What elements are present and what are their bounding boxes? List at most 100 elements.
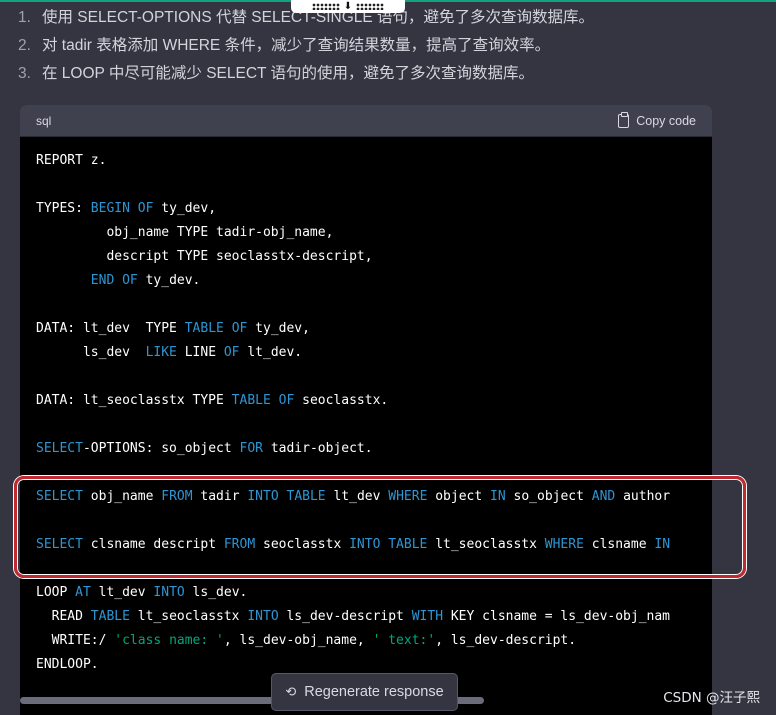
code-token: obj_name TYPE tadir-obj_name,	[36, 225, 334, 240]
code-string: 'class name: '	[114, 633, 224, 648]
code-keyword: WHERE	[388, 489, 428, 504]
code-line: SELECT clsname descript FROM seoclasstx …	[36, 533, 712, 557]
code-keyword: FOR	[239, 441, 263, 456]
code-line: DATA: lt_dev TYPE TABLE OF ty_dev,	[36, 317, 712, 341]
code-keyword: TABLE	[184, 321, 224, 336]
code-block: sql Copy code REPORT z. TYPES: BEGIN OF t…	[20, 105, 712, 715]
code-token: TYPES:	[36, 201, 91, 216]
code-keyword: INTO	[349, 537, 381, 552]
code-keyword: WITH	[411, 609, 444, 624]
code-token: lt_dev	[325, 489, 389, 504]
code-keyword: TABLE	[231, 393, 271, 408]
step-number: 1.	[18, 9, 31, 26]
code-keyword: LIKE	[145, 345, 177, 360]
code-token: KEY clsname = ls_dev-obj_nam	[443, 609, 671, 624]
step-number: 2.	[18, 37, 31, 54]
grip-icon	[356, 3, 385, 10]
code-token: ENDLOOP.	[36, 657, 99, 672]
code-content[interactable]: REPORT z. TYPES: BEGIN OF ty_dev, obj_nam…	[20, 137, 712, 677]
code-token: ls_dev	[36, 345, 146, 360]
code-token: LOOP	[36, 585, 76, 600]
code-token: lt_seoclasstx	[427, 537, 545, 552]
copy-code-button[interactable]: Copy code	[618, 111, 696, 128]
code-line: obj_name TYPE tadir-obj_name,	[36, 221, 712, 245]
code-keyword: OF	[278, 393, 295, 408]
code-token: REPORT z.	[36, 153, 107, 168]
code-line: SELECT obj_name FROM tadir INTO TABLE lt…	[36, 485, 712, 509]
code-token: seoclasstx.	[294, 393, 389, 408]
code-token: READ	[36, 609, 91, 624]
code-token: object	[427, 489, 491, 504]
code-keyword: SELECT	[36, 489, 83, 504]
code-keyword: OF	[223, 345, 240, 360]
code-language-label: sql	[36, 113, 52, 128]
code-token: author	[615, 489, 671, 504]
code-token: -OPTIONS: so_object	[82, 441, 240, 456]
code-line: DATA: lt_seoclasstx TYPE TABLE OF seocla…	[36, 389, 712, 413]
code-token: lt_dev	[90, 585, 154, 600]
code-keyword: TABLE	[90, 609, 130, 624]
code-token: seoclasstx	[255, 537, 350, 552]
code-token: ls_dev.	[184, 585, 248, 600]
code-token: so_object	[505, 489, 592, 504]
clipboard-icon	[618, 111, 630, 128]
code-token: tadir-object.	[263, 441, 373, 456]
copy-code-label: Copy code	[636, 113, 696, 128]
code-token: lt_seoclasstx	[129, 609, 248, 624]
screenshot-toolbar-handle[interactable]: ⬇	[291, 0, 405, 13]
code-keyword: BEGIN	[90, 201, 130, 216]
code-token: ty_dev,	[153, 201, 217, 216]
code-keyword: TABLE	[286, 489, 326, 504]
regenerate-response-button[interactable]: ⟲ Regenerate response	[271, 673, 458, 711]
code-token: obj_name	[82, 489, 162, 504]
code-line: WRITE:/ 'class name: ', ls_dev-obj_name,…	[36, 629, 712, 653]
step-text: 在 LOOP 中尽可能减少 SELECT 语句的使用，避免了多次查询数据库。	[42, 65, 535, 82]
code-line: SELECT-OPTIONS: so_object FOR tadir-obje…	[36, 437, 712, 461]
code-token: ty_dev,	[247, 321, 310, 336]
code-token: DATA: lt_dev TYPE	[36, 321, 185, 336]
code-line: REPORT z.	[36, 149, 712, 173]
code-block-header: sql Copy code	[20, 105, 712, 137]
code-keyword: WHERE	[544, 537, 584, 552]
code-line: ls_dev LIKE LINE OF lt_dev.	[36, 341, 712, 365]
code-keyword: OF	[137, 201, 154, 216]
code-keyword: INTO	[247, 489, 279, 504]
code-line: TYPES: BEGIN OF ty_dev,	[36, 197, 712, 221]
code-token: clsname	[583, 537, 655, 552]
code-keyword: SELECT	[36, 441, 83, 456]
optimization-steps-list: 1. 使用 SELECT-OPTIONS 代替 SELECT-SINGLE 语句…	[18, 4, 758, 88]
code-token: WRITE:/	[36, 633, 115, 648]
code-line: READ TABLE lt_seoclasstx INTO ls_dev-des…	[36, 605, 712, 629]
code-token: tadir	[192, 489, 248, 504]
code-keyword: SELECT	[36, 537, 83, 552]
grip-icon	[311, 3, 340, 10]
code-string: ' text:'	[372, 633, 436, 648]
download-arrow-icon[interactable]: ⬇	[344, 1, 352, 12]
step-text: 对 tadir 表格添加 WHERE 条件，减少了查询结果数量，提高了查询效率。	[42, 37, 551, 54]
code-keyword: IN	[490, 489, 506, 504]
code-keyword: TABLE	[388, 537, 428, 552]
code-line: descript TYPE seoclasstx-descript,	[36, 245, 712, 269]
code-token: LINE	[176, 345, 224, 360]
code-keyword: IN	[654, 537, 671, 552]
code-token: , ls_dev-obj_name,	[223, 633, 373, 648]
code-keyword: AND	[591, 489, 616, 504]
code-keyword: END	[90, 273, 115, 288]
regenerate-label: Regenerate response	[304, 684, 444, 700]
code-keyword: FROM	[223, 537, 256, 552]
step-number: 3.	[18, 65, 31, 82]
code-keyword: INTO	[247, 609, 279, 624]
list-item: 3. 在 LOOP 中尽可能减少 SELECT 语句的使用，避免了多次查询数据库…	[18, 60, 758, 88]
code-keyword: FROM	[161, 489, 193, 504]
